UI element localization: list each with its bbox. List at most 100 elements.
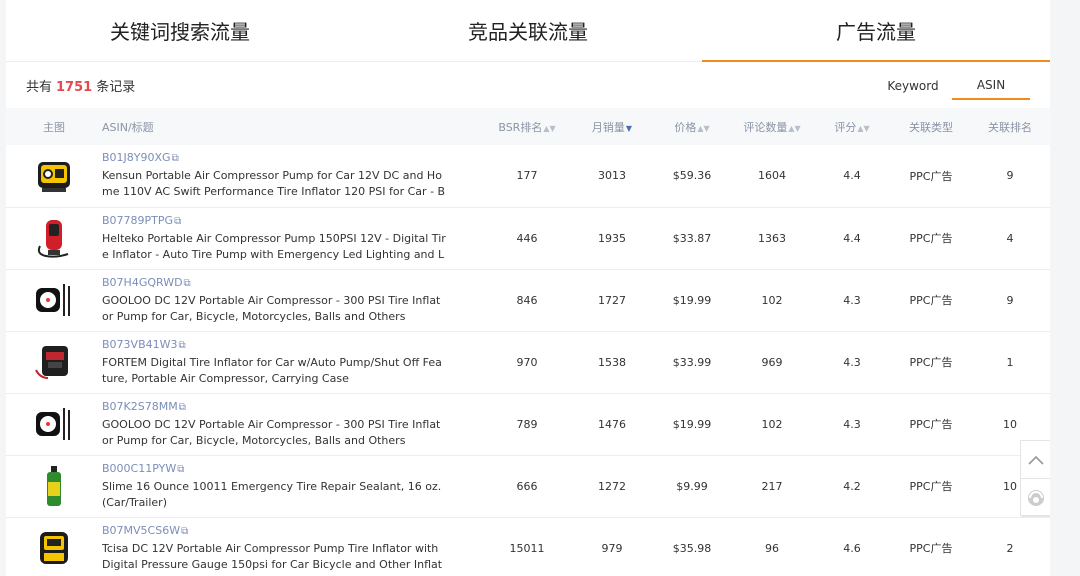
rating-cell: 4.3 xyxy=(843,293,861,307)
traffic-tabs: 关键词搜索流量 竞品关联流量 广告流量 xyxy=(6,0,1050,62)
asin-title-cell: B07789PTPG⧉ Helteko Portable Air Compress… xyxy=(102,207,482,269)
asin-link[interactable]: B07789PTPG⧉ xyxy=(102,214,482,227)
link-rank-cell: 2 xyxy=(1006,541,1014,555)
product-image-cell xyxy=(6,517,102,576)
col-image: 主图 xyxy=(43,120,65,134)
bsr-cell: 970 xyxy=(516,355,538,369)
product-thumbnail[interactable] xyxy=(32,402,76,446)
bsr-cell: 666 xyxy=(516,479,538,493)
back-to-top-button[interactable] xyxy=(1021,441,1050,479)
asin-text: B000C11PYW xyxy=(102,461,177,475)
chevron-up-icon xyxy=(1027,455,1044,465)
asin-title-cell: B073VB41W3⧉ FORTEM Digital Tire Inflator … xyxy=(102,331,482,393)
asin-title-cell: B01J8Y90XG⧉ Kensun Portable Air Compresso… xyxy=(102,145,482,207)
product-thumbnail[interactable] xyxy=(32,216,76,260)
price-cell: $19.99 xyxy=(672,417,712,431)
asin-text: B07H4GQRWD xyxy=(102,275,183,289)
col-bsr[interactable]: BSR排名▲▼ xyxy=(482,108,572,145)
external-link-icon[interactable]: ⧉ xyxy=(179,340,186,351)
product-thumbnail[interactable] xyxy=(32,340,76,384)
product-image-cell xyxy=(6,269,102,331)
link-type-cell: PPC广告 xyxy=(909,542,953,555)
external-link-icon[interactable]: ⧉ xyxy=(179,402,186,413)
col-link-rank: 关联排名 xyxy=(988,120,1032,134)
tab-competitor-traffic[interactable]: 竞品关联流量 xyxy=(354,0,702,61)
external-link-icon[interactable]: ⧉ xyxy=(172,153,179,164)
product-title: GOOLOO DC 12V Portable Air Compressor - … xyxy=(102,293,441,323)
product-title: FORTEM Digital Tire Inflator for Car w/A… xyxy=(102,355,442,385)
product-thumbnail[interactable] xyxy=(32,464,76,508)
asin-link[interactable]: B000C11PYW⧉ xyxy=(102,462,482,475)
monthly-sales-cell: 3013 xyxy=(598,169,626,183)
external-link-icon[interactable]: ⧉ xyxy=(177,464,184,475)
sort-icon[interactable]: ▲▼ xyxy=(857,124,869,133)
col-rating[interactable]: 评分▲▼ xyxy=(812,108,892,145)
rating-cell: 4.2 xyxy=(843,479,861,493)
external-link-icon[interactable]: ⧉ xyxy=(184,278,191,289)
bsr-cell: 15011 xyxy=(509,541,545,555)
sort-desc-icon[interactable]: ▼ xyxy=(626,124,632,133)
price-cell: $33.99 xyxy=(672,355,712,369)
asin-link[interactable]: B07H4GQRWD⧉ xyxy=(102,276,482,289)
asin-text: B073VB41W3 xyxy=(102,337,178,351)
tab-keyword-traffic[interactable]: 关键词搜索流量 xyxy=(6,0,354,61)
monthly-sales-cell: 1935 xyxy=(598,231,626,245)
col-rating-label: 评分 xyxy=(834,120,857,134)
product-title: Tcisa DC 12V Portable Air Compressor Pum… xyxy=(102,541,443,571)
asin-link[interactable]: B07MV5CS6W⧉ xyxy=(102,524,482,537)
view-toggle: Keyword ASIN xyxy=(874,72,1030,100)
external-link-icon[interactable]: ⧉ xyxy=(181,526,188,537)
product-thumbnail[interactable] xyxy=(32,154,76,198)
asin-toggle-button[interactable]: ASIN xyxy=(952,72,1030,100)
table-row[interactable]: B07K2S78MM⧉ GOOLOO DC 12V Portable Air Co… xyxy=(6,393,1050,455)
product-thumbnail[interactable] xyxy=(32,278,76,322)
asin-title-cell: B07MV5CS6W⧉ Tcisa DC 12V Portable Air Com… xyxy=(102,517,482,576)
col-reviews[interactable]: 评论数量▲▼ xyxy=(732,108,812,145)
asin-link[interactable]: B07K2S78MM⧉ xyxy=(102,400,482,413)
floating-side-tools xyxy=(1020,440,1050,517)
sort-icon[interactable]: ▲▼ xyxy=(543,124,555,133)
tab-ad-traffic[interactable]: 广告流量 xyxy=(702,0,1050,62)
col-link-type: 关联类型 xyxy=(909,120,953,134)
table-row[interactable]: B000C11PYW⧉ Slime 16 Ounce 10011 Emergenc… xyxy=(6,455,1050,517)
product-image-cell xyxy=(6,207,102,269)
sort-icon[interactable]: ▲▼ xyxy=(788,124,800,133)
link-rank-cell: 9 xyxy=(1006,169,1014,183)
table-header: 主图 ASIN/标题 BSR排名▲▼ 月销量▼ 价格▲▼ 评论数量▲▼ 评分▲▼… xyxy=(6,108,1050,145)
keyword-toggle-button[interactable]: Keyword xyxy=(874,72,952,100)
main-panel: 关键词搜索流量 竞品关联流量 广告流量 共有 1751 条记录 Keyword AS… xyxy=(6,0,1050,576)
link-type-cell: PPC广告 xyxy=(909,418,953,431)
reviews-cell: 102 xyxy=(761,293,783,307)
link-rank-cell: 9 xyxy=(1006,293,1014,307)
table-row[interactable]: B07H4GQRWD⧉ GOOLOO DC 12V Portable Air Co… xyxy=(6,269,1050,331)
asin-title-cell: B000C11PYW⧉ Slime 16 Ounce 10011 Emergenc… xyxy=(102,455,482,517)
reviews-cell: 96 xyxy=(765,541,779,555)
rating-cell: 4.3 xyxy=(843,417,861,431)
monthly-sales-cell: 1538 xyxy=(598,355,626,369)
table-row[interactable]: B07789PTPG⧉ Helteko Portable Air Compress… xyxy=(6,207,1050,269)
col-sales-label: 月销量 xyxy=(591,120,625,134)
product-thumbnail[interactable] xyxy=(32,526,76,570)
asin-text: B07789PTPG xyxy=(102,213,174,227)
col-monthly-sales[interactable]: 月销量▼ xyxy=(572,108,652,145)
col-price-label: 价格 xyxy=(674,120,697,134)
link-rank-cell: 4 xyxy=(1006,231,1014,245)
customer-service-button[interactable] xyxy=(1021,479,1050,517)
asin-link[interactable]: B01J8Y90XG⧉ xyxy=(102,151,482,164)
table-row[interactable]: B073VB41W3⧉ FORTEM Digital Tire Inflator … xyxy=(6,331,1050,393)
product-image-cell xyxy=(6,331,102,393)
rating-cell: 4.3 xyxy=(843,355,861,369)
table-row[interactable]: B01J8Y90XG⧉ Kensun Portable Air Compresso… xyxy=(6,145,1050,207)
record-count-prefix: 共有 xyxy=(26,80,53,95)
sort-icon[interactable]: ▲▼ xyxy=(697,124,709,133)
external-link-icon[interactable]: ⧉ xyxy=(174,216,181,227)
rating-cell: 4.6 xyxy=(843,541,861,555)
col-price[interactable]: 价格▲▼ xyxy=(652,108,732,145)
price-cell: $59.36 xyxy=(672,169,712,183)
price-cell: $33.87 xyxy=(672,231,712,245)
price-cell: $19.99 xyxy=(672,293,712,307)
customer-service-icon xyxy=(1027,489,1044,506)
asin-link[interactable]: B073VB41W3⧉ xyxy=(102,338,482,351)
table-row[interactable]: B07MV5CS6W⧉ Tcisa DC 12V Portable Air Com… xyxy=(6,517,1050,576)
product-title: Kensun Portable Air Compressor Pump for … xyxy=(102,169,446,199)
